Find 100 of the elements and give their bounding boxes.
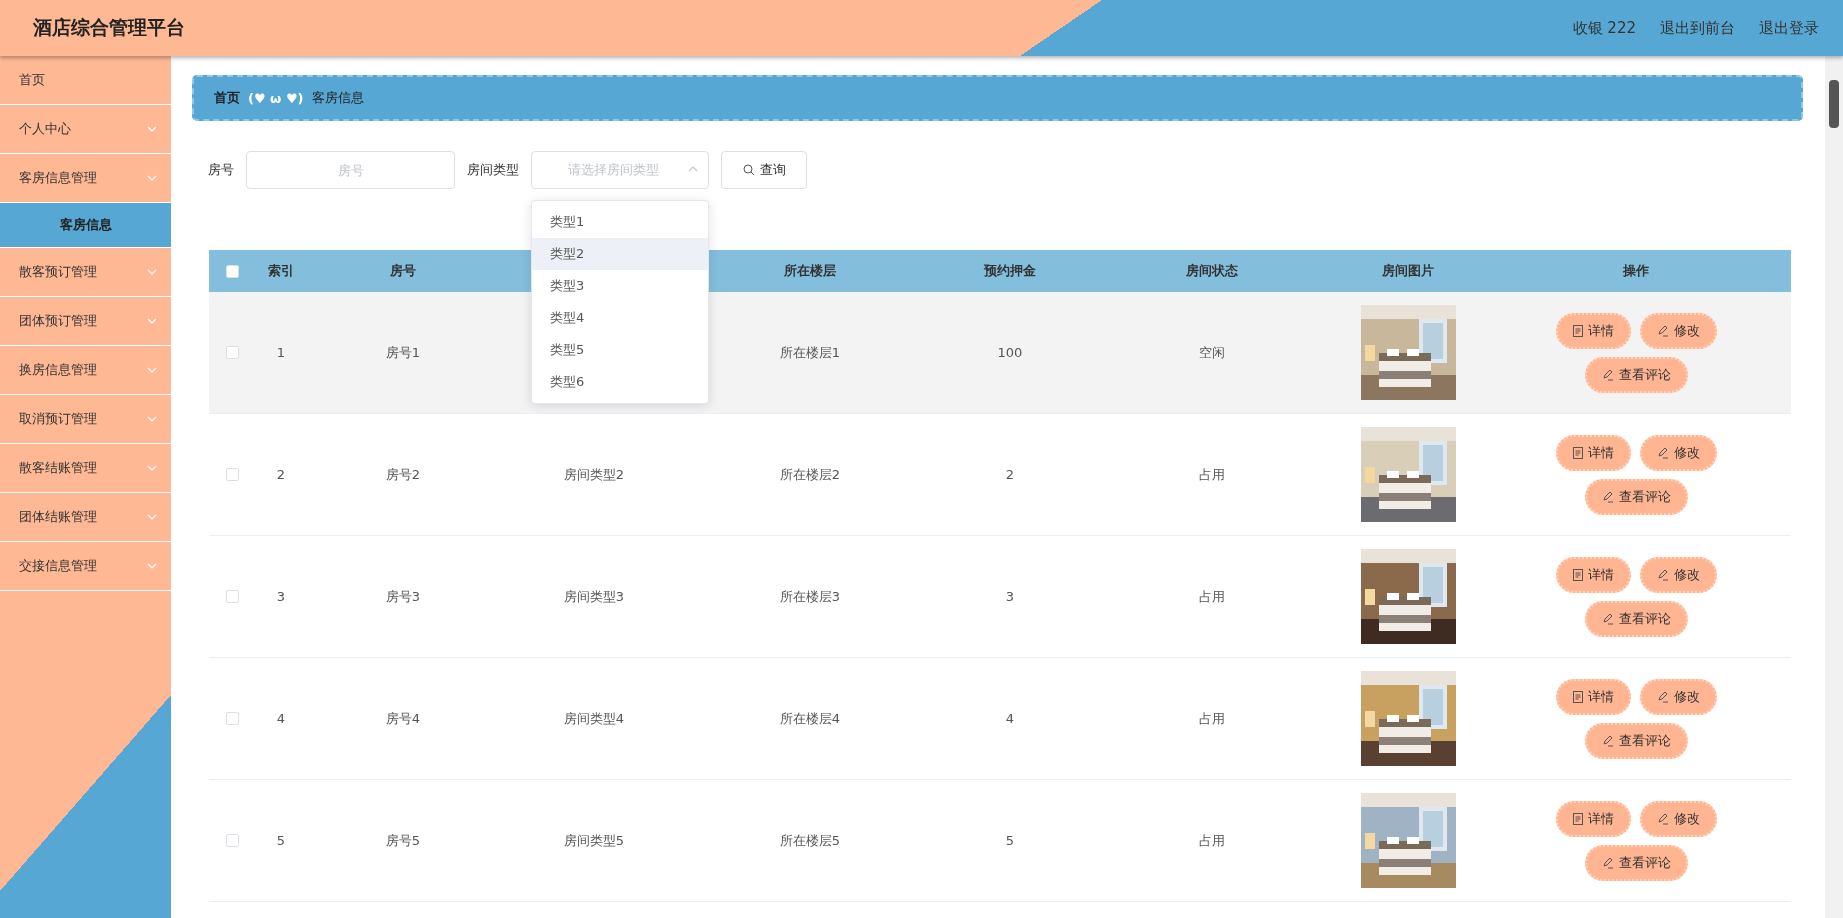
table-cell: 3 xyxy=(1005,589,1015,604)
table-cell: 房间类型5 xyxy=(563,831,625,850)
edit-button[interactable]: 修改 xyxy=(1639,556,1717,593)
row-checkbox[interactable] xyxy=(225,346,239,359)
comments-button[interactable]: 查看评论 xyxy=(1584,478,1688,515)
dropdown-option[interactable]: 类型6 xyxy=(532,366,708,398)
details-button[interactable]: 详情 xyxy=(1555,434,1631,471)
chevron-down-icon xyxy=(147,465,157,471)
chevron-down-icon xyxy=(147,269,157,275)
table-cell: 2 xyxy=(1005,467,1015,482)
chevron-down-icon xyxy=(147,416,157,422)
table-cell: 5 xyxy=(1005,833,1015,848)
column-header: 房间状态 xyxy=(1186,262,1238,280)
dropdown-option[interactable]: 类型5 xyxy=(532,334,708,366)
pencil-icon xyxy=(1601,734,1614,747)
app-title: 酒店综合管理平台 xyxy=(33,15,185,40)
table-cell: 所在楼层3 xyxy=(779,587,841,606)
edit-button[interactable]: 修改 xyxy=(1639,678,1717,715)
row-checkbox[interactable] xyxy=(225,834,239,847)
column-header: 房号 xyxy=(390,262,416,280)
column-header: 操作 xyxy=(1623,262,1649,280)
document-icon xyxy=(1572,690,1583,703)
room-number-field[interactable]: 房号 xyxy=(246,151,455,189)
table-cell: 占用 xyxy=(1199,465,1225,484)
dropdown-option[interactable]: 类型4 xyxy=(532,302,708,334)
filter-label: 房间类型 xyxy=(467,161,519,179)
select-all-checkbox[interactable] xyxy=(225,264,239,278)
table-cell: 房号4 xyxy=(385,709,421,728)
column-header: 预约押金 xyxy=(984,262,1036,280)
table-cell: 5 xyxy=(276,833,286,848)
chevron-down-icon xyxy=(147,367,157,373)
table-cell: 房号2 xyxy=(385,465,421,484)
table-cell: 房号3 xyxy=(385,587,421,606)
search-icon xyxy=(742,164,755,176)
column-header: 房间图片 xyxy=(1382,262,1434,280)
header-link[interactable]: 退出到前台 xyxy=(1660,18,1735,38)
table-cell: 房间类型3 xyxy=(563,587,625,606)
table-cell: 占用 xyxy=(1199,587,1225,606)
document-icon xyxy=(1572,568,1583,581)
chevron-down-icon xyxy=(147,514,157,520)
row-checkbox[interactable] xyxy=(225,590,239,603)
edit-button[interactable]: 修改 xyxy=(1639,312,1717,349)
pencil-icon xyxy=(1656,324,1669,337)
pencil-icon xyxy=(1656,568,1669,581)
document-icon xyxy=(1572,446,1583,459)
table-cell: 房号1 xyxy=(385,343,421,362)
pencil-icon xyxy=(1601,490,1614,503)
breadcrumb-current: 客房信息 xyxy=(311,89,364,107)
dropdown-option[interactable]: 类型2 xyxy=(532,238,708,270)
details-button[interactable]: 详情 xyxy=(1555,678,1631,715)
chevron-up-icon xyxy=(688,166,698,172)
scrollbar-thumb[interactable] xyxy=(1829,80,1839,128)
table-cell: 所在楼层2 xyxy=(779,465,841,484)
table-cell: 2 xyxy=(276,467,286,482)
pencil-icon xyxy=(1656,812,1669,825)
column-header: 索引 xyxy=(268,262,294,280)
search-button[interactable]: 查询 xyxy=(721,151,807,189)
breadcrumb-link[interactable]: 首页 xyxy=(214,89,240,107)
table-cell: 房号5 xyxy=(385,831,421,850)
edit-button[interactable]: 修改 xyxy=(1639,800,1717,837)
breadcrumb-separator: (♥ ω ♥) xyxy=(248,90,304,106)
chevron-down-icon xyxy=(147,126,157,132)
comments-button[interactable]: 查看评论 xyxy=(1584,722,1688,759)
pencil-icon xyxy=(1656,690,1669,703)
scrollbar[interactable] xyxy=(1825,56,1843,918)
chevron-down-icon xyxy=(147,563,157,569)
header-link[interactable]: 收银 222 xyxy=(1572,18,1636,38)
table-cell: 所在楼层5 xyxy=(779,831,841,850)
details-button[interactable]: 详情 xyxy=(1555,556,1631,593)
dropdown-option[interactable]: 类型3 xyxy=(532,270,708,302)
chevron-down-icon xyxy=(147,318,157,324)
sidebar-subitem[interactable]: 客房信息 xyxy=(0,203,171,248)
pencil-icon xyxy=(1601,368,1614,381)
table-cell: 1 xyxy=(276,345,286,360)
column-header: 所在楼层 xyxy=(784,262,836,280)
table-cell: 4 xyxy=(276,711,286,726)
edit-button[interactable]: 修改 xyxy=(1639,434,1717,471)
details-button[interactable]: 详情 xyxy=(1555,312,1631,349)
table-cell: 占用 xyxy=(1199,831,1225,850)
pencil-icon xyxy=(1601,612,1614,625)
dropdown-option[interactable]: 类型1 xyxy=(532,206,708,238)
pencil-icon xyxy=(1656,446,1669,459)
document-icon xyxy=(1572,324,1583,337)
table-cell: 3 xyxy=(276,589,286,604)
comments-button[interactable]: 查看评论 xyxy=(1584,844,1688,881)
table-cell: 所在楼层4 xyxy=(779,709,841,728)
comments-button[interactable]: 查看评论 xyxy=(1584,356,1688,393)
filter-label: 房号 xyxy=(208,161,234,179)
table-cell: 4 xyxy=(1005,711,1015,726)
table-cell: 所在楼层1 xyxy=(779,343,841,362)
row-checkbox[interactable] xyxy=(225,712,239,725)
details-button[interactable]: 详情 xyxy=(1555,800,1631,837)
row-checkbox[interactable] xyxy=(225,468,239,481)
header-link[interactable]: 退出登录 xyxy=(1759,18,1819,38)
table-cell: 空闲 xyxy=(1199,343,1225,362)
table-cell: 100 xyxy=(997,345,1023,360)
table-cell: 占用 xyxy=(1199,709,1225,728)
document-icon xyxy=(1572,812,1583,825)
table-cell: 房间类型2 xyxy=(563,465,625,484)
comments-button[interactable]: 查看评论 xyxy=(1584,600,1688,637)
